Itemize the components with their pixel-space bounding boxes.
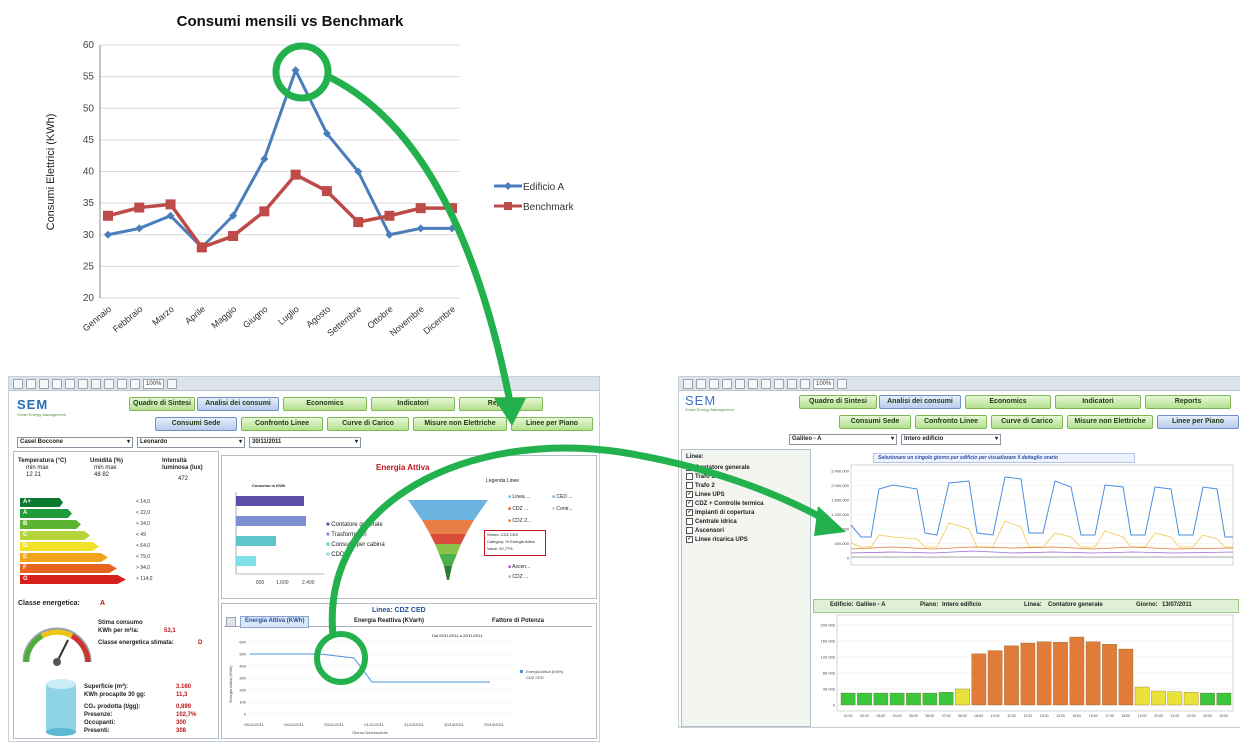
arrow-path-top	[323, 71, 514, 403]
annotation-overlay	[272, 42, 846, 685]
highlight-circle-bottom	[314, 631, 368, 685]
arrow-head-bottom	[814, 506, 846, 536]
arrow-head-top	[494, 398, 526, 426]
arrow-path-bottom	[328, 444, 828, 637]
highlight-circle-top	[272, 42, 332, 102]
